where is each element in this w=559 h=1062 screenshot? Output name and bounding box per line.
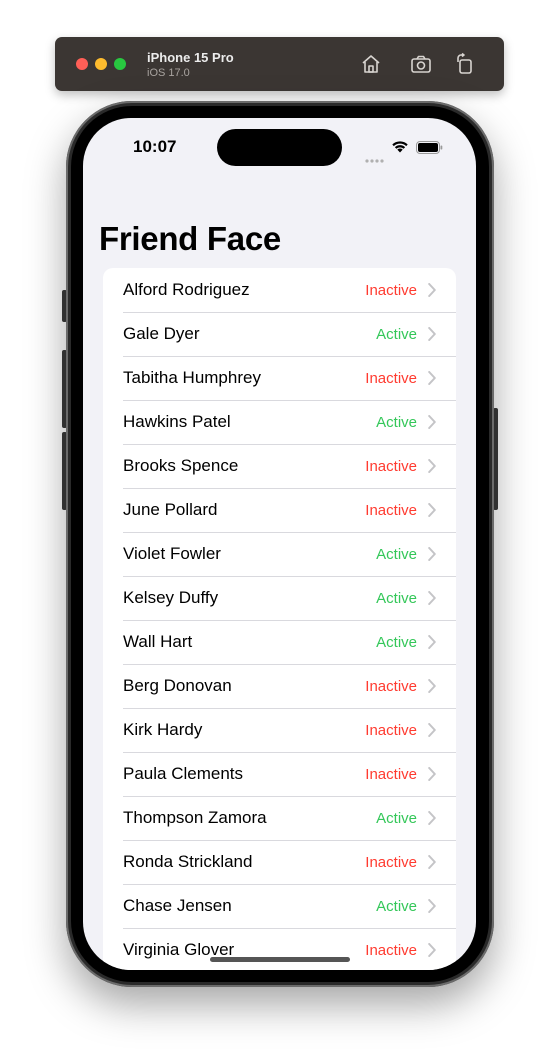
friend-name: June Pollard (123, 500, 218, 519)
zoom-window-button[interactable] (114, 58, 126, 70)
chevron-right-icon (428, 283, 436, 297)
screenshot-icon[interactable] (409, 52, 433, 76)
home-icon[interactable] (359, 52, 383, 76)
close-window-button[interactable] (76, 58, 88, 70)
friend-name: Paula Clements (123, 764, 244, 783)
signal-icon (365, 150, 385, 168)
friend-status: Active (376, 589, 417, 607)
friend-name: Gale Dyer (123, 324, 200, 343)
chevron-right-icon (428, 723, 436, 737)
simulator-toolbar: iPhone 15 Pro iOS 17.0 (55, 37, 504, 91)
friend-status: Inactive (365, 369, 417, 387)
chevron-right-icon (428, 459, 436, 473)
friend-name: Wall Hart (123, 632, 193, 651)
chevron-right-icon (428, 635, 436, 649)
friend-name: Kelsey Duffy (123, 588, 219, 607)
friend-name: Chase Jensen (123, 896, 232, 915)
friend-status: Active (376, 325, 417, 343)
friend-row[interactable]: Alford Rodriguez Inactive (103, 268, 456, 312)
friend-name: Tabitha Humphrey (123, 368, 261, 387)
friend-name: Violet Fowler (123, 544, 221, 563)
friend-row[interactable]: Berg Donovan Inactive (103, 664, 456, 708)
friend-row[interactable]: Wall Hart Active (103, 620, 456, 664)
device-name: iPhone 15 Pro (147, 50, 234, 65)
friend-row[interactable]: Brooks Spence Inactive (103, 444, 456, 488)
page-title: Friend Face (99, 220, 281, 257)
friend-status: Active (376, 809, 417, 827)
chevron-right-icon (428, 855, 436, 869)
battery-icon (416, 141, 443, 159)
friend-row[interactable]: Ronda Strickland Inactive (103, 840, 456, 884)
friend-name: Alford Rodriguez (123, 280, 250, 299)
friend-row[interactable]: Chase Jensen Active (103, 884, 456, 928)
friend-status: Inactive (365, 941, 417, 959)
chevron-right-icon (428, 679, 436, 693)
friend-name: Brooks Spence (123, 456, 239, 475)
friend-status: Active (376, 633, 417, 651)
rotate-icon[interactable] (453, 52, 477, 76)
phone-screen: 10:07 Friend Face Alford Rodriguez Inacti… (83, 118, 476, 970)
chevron-right-icon (428, 767, 436, 781)
friend-row[interactable]: Tabitha Humphrey Inactive (103, 356, 456, 400)
chevron-right-icon (428, 327, 436, 341)
friend-name: Ronda Strickland (123, 852, 253, 871)
chevron-right-icon (428, 371, 436, 385)
friends-list: Alford Rodriguez Inactive Gale Dyer Active T… (103, 268, 456, 970)
friend-status: Active (376, 545, 417, 563)
friend-row[interactable]: Kelsey Duffy Active (103, 576, 456, 620)
friend-status: Inactive (365, 721, 417, 739)
friend-status: Inactive (365, 281, 417, 299)
friend-row[interactable]: June Pollard Inactive (103, 488, 456, 532)
friend-status: Inactive (365, 457, 417, 475)
os-version: iOS 17.0 (147, 67, 190, 79)
friend-name: Kirk Hardy (123, 720, 203, 739)
friend-row[interactable]: Kirk Hardy Inactive (103, 708, 456, 752)
chevron-right-icon (428, 547, 436, 561)
chevron-right-icon (428, 415, 436, 429)
friend-row[interactable]: Virginia Glover Inactive (103, 928, 456, 970)
friend-name: Berg Donovan (123, 676, 232, 695)
minimize-window-button[interactable] (95, 58, 107, 70)
friend-name: Thompson Zamora (123, 808, 267, 827)
friend-name: Hawkins Patel (123, 412, 231, 431)
friend-status: Inactive (365, 853, 417, 871)
chevron-right-icon (428, 591, 436, 605)
chevron-right-icon (428, 943, 436, 957)
friend-status: Inactive (365, 677, 417, 695)
friend-row[interactable]: Paula Clements Inactive (103, 752, 456, 796)
dynamic-island (217, 129, 342, 166)
friend-row[interactable]: Gale Dyer Active (103, 312, 456, 356)
friend-row[interactable]: Violet Fowler Active (103, 532, 456, 576)
friend-status: Active (376, 413, 417, 431)
chevron-right-icon (428, 811, 436, 825)
friend-status: Inactive (365, 501, 417, 519)
home-indicator[interactable] (210, 957, 350, 962)
friend-row[interactable]: Thompson Zamora Active (103, 796, 456, 840)
chevron-right-icon (428, 503, 436, 517)
friend-row[interactable]: Hawkins Patel Active (103, 400, 456, 444)
chevron-right-icon (428, 899, 436, 913)
friend-status: Inactive (365, 765, 417, 783)
wifi-icon (391, 140, 409, 158)
status-time: 10:07 (133, 137, 177, 156)
friend-status: Active (376, 897, 417, 915)
